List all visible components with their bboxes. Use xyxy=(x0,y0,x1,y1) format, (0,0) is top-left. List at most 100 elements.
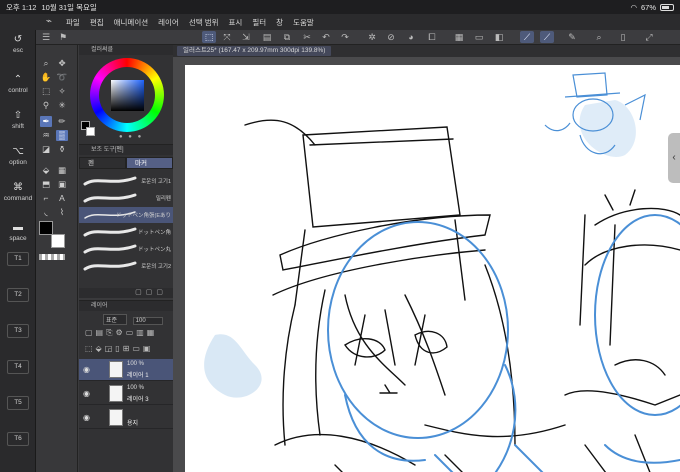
snap-pen-icon[interactable]: ✎ xyxy=(565,31,579,43)
transparent-color-swatch[interactable] xyxy=(39,254,65,260)
hand-tool-icon[interactable]: ✋ xyxy=(40,72,52,83)
select-tool-icon[interactable]: ⬚ xyxy=(202,31,216,43)
shortcut-control[interactable]: ⌃ control xyxy=(0,74,36,94)
menu-item-4[interactable]: 선택 범위 xyxy=(189,17,219,28)
shortcut-label: T3 xyxy=(7,324,29,338)
shortcut-option[interactable]: ⌥ option xyxy=(0,146,36,166)
deselect-icon[interactable]: ⊘ xyxy=(384,31,398,43)
gradient-tool-icon[interactable]: ▦ xyxy=(56,165,68,176)
layer-option-row[interactable]: ⬚⬙◲▯⊞▭▣ xyxy=(79,344,173,353)
layer-icon[interactable]: ◧ xyxy=(492,31,506,43)
auto-select-icon[interactable]: ✧ xyxy=(56,86,68,97)
grid-icon[interactable]: ▦ xyxy=(452,31,466,43)
shortcut-shift[interactable]: ⇧ shift xyxy=(0,110,36,130)
brush-item[interactable]: 밀리펜 xyxy=(79,190,173,206)
menu-item-0[interactable]: 파일 xyxy=(66,17,80,28)
copy-icon[interactable]: ⧉ xyxy=(280,31,294,43)
menu-icon[interactable]: ☰ xyxy=(39,31,53,43)
brush-tool-icon[interactable]: ♒ xyxy=(40,130,52,141)
shortcut-space[interactable]: ▬ space xyxy=(0,222,36,242)
snap-curve-icon[interactable]: ⟋ xyxy=(540,31,554,43)
brush-item[interactable]: 로운의 고기2 xyxy=(79,258,173,274)
shortcut-T6[interactable]: T6 xyxy=(0,432,36,446)
menu-item-2[interactable]: 애니메이션 xyxy=(114,17,149,28)
correct-line-icon[interactable]: ⌇ xyxy=(56,207,68,218)
opacity-value[interactable]: 100 xyxy=(132,317,163,325)
snap-line-icon[interactable]: ⟋ xyxy=(520,31,534,43)
shortcut-command[interactable]: ⌘ command xyxy=(0,182,36,202)
canvas-paper[interactable] xyxy=(185,65,680,472)
ruler-tool-icon[interactable]: ⌐ xyxy=(40,193,52,204)
brush-item[interactable]: ドットペン丸 xyxy=(79,241,173,257)
panel-collapse-handle[interactable]: ‹ xyxy=(668,133,680,183)
layer-tool-row[interactable]: ▢▤⎘⚙▭▥▦ xyxy=(79,328,173,338)
select-tool-icon[interactable]: ⬚ xyxy=(40,86,52,97)
layer-row[interactable]: ◉ 용지 xyxy=(79,407,173,429)
shortcut-T4[interactable]: T4 xyxy=(0,360,36,374)
file-icon[interactable]: ▤ xyxy=(260,31,274,43)
shortcut-T1[interactable]: T1 xyxy=(0,252,36,266)
menu-item-5[interactable]: 표시 xyxy=(229,17,243,28)
tab-marker[interactable]: 마커 xyxy=(126,157,173,169)
ruler-icon[interactable]: ▭ xyxy=(472,31,486,43)
device-icon[interactable]: ▯ xyxy=(616,31,630,43)
lasso-tool-icon[interactable]: ➰ xyxy=(56,72,68,83)
blend-tool-icon[interactable]: ⚱ xyxy=(56,144,68,155)
panel-sub-color[interactable] xyxy=(86,127,95,136)
zoom-icon[interactable]: ⌕ xyxy=(592,31,606,43)
blend-mode-select[interactable]: 표준 xyxy=(103,314,127,325)
redo-icon[interactable]: ↷ xyxy=(338,31,352,43)
scale-icon[interactable]: ⇲ xyxy=(239,31,253,43)
sub-color-swatch[interactable] xyxy=(51,234,65,248)
brush-item[interactable]: 로운의 고기1 xyxy=(79,173,173,189)
layer-row[interactable]: ◉ 100 % 레이어 3 xyxy=(79,383,173,405)
airbrush-tool-icon[interactable]: ▒ xyxy=(56,130,68,141)
brush-item[interactable]: ドットペン角張(Eあり xyxy=(79,207,173,223)
document-tab[interactable]: 일러스트25* (167.47 x 209.97mm 300dpi 139.8%… xyxy=(177,46,332,56)
flag-icon[interactable]: ⚑ xyxy=(56,31,70,43)
menu-item-7[interactable]: 창 xyxy=(276,17,283,28)
menu-item-8[interactable]: 도움말 xyxy=(293,17,314,28)
tab-pen[interactable]: 펜 xyxy=(79,157,126,169)
move-tool-icon[interactable]: ✥ xyxy=(56,58,68,69)
pencil-tool-icon[interactable]: ✏ xyxy=(56,116,68,127)
fullscreen-icon[interactable]: ⤢ xyxy=(642,31,656,43)
shortcut-T3[interactable]: T3 xyxy=(0,324,36,338)
shortcut-icon: ▬ xyxy=(13,222,23,233)
status-time: 오후 1:12 xyxy=(6,2,37,12)
shortcut-T5[interactable]: T5 xyxy=(0,396,36,410)
app-logo-icon[interactable]: ⌁ xyxy=(46,16,60,28)
color-mode-dots[interactable]: ● ● ● xyxy=(119,134,143,140)
frame-tool-icon[interactable]: ▣ xyxy=(56,179,68,190)
layer-opacity: 100 % xyxy=(127,385,145,391)
shortcut-label: T4 xyxy=(7,360,29,374)
eye-icon[interactable]: ◉ xyxy=(83,413,90,422)
crop-icon[interactable]: ⧠ xyxy=(425,31,439,43)
eye-icon[interactable]: ◉ xyxy=(83,389,90,398)
pen-tool-icon[interactable]: ✒ xyxy=(40,116,52,127)
fill-tool-icon[interactable]: ⬙ xyxy=(40,165,52,176)
balloon-tool-icon[interactable]: ◟ xyxy=(40,207,52,218)
text-tool-icon[interactable]: A xyxy=(56,193,68,204)
eyedropper-icon[interactable]: ⚲ xyxy=(40,100,52,111)
menu-item-6[interactable]: 필터 xyxy=(252,17,266,28)
sparkle-tool-icon[interactable]: ✳ xyxy=(56,100,68,111)
menu-item-1[interactable]: 편집 xyxy=(90,17,104,28)
saturation-value-square[interactable] xyxy=(111,80,144,111)
main-color-swatch[interactable] xyxy=(39,221,53,235)
eye-icon[interactable]: ◉ xyxy=(83,365,90,374)
shortcut-T2[interactable]: T2 xyxy=(0,288,36,302)
layer-row[interactable]: ◉ 100 % 레이어 1 xyxy=(79,359,173,381)
fill-icon[interactable]: ◕ xyxy=(404,31,418,43)
shortcut-esc[interactable]: ↺ esc xyxy=(0,34,36,54)
canvas-area[interactable]: ‹ xyxy=(173,57,680,472)
cut-icon[interactable]: ✂ xyxy=(300,31,314,43)
zoom-tool-icon[interactable]: ⌕ xyxy=(40,58,52,69)
gear-icon[interactable]: ✲ xyxy=(365,31,379,43)
eraser-tool-icon[interactable]: ◪ xyxy=(40,144,52,155)
menu-item-3[interactable]: 레이어 xyxy=(158,17,179,28)
undo-icon[interactable]: ↶ xyxy=(319,31,333,43)
transform-icon[interactable]: ⤧ xyxy=(220,31,234,43)
brush-item[interactable]: ドットペン角 xyxy=(79,224,173,240)
figure-tool-icon[interactable]: ⬒ xyxy=(40,179,52,190)
